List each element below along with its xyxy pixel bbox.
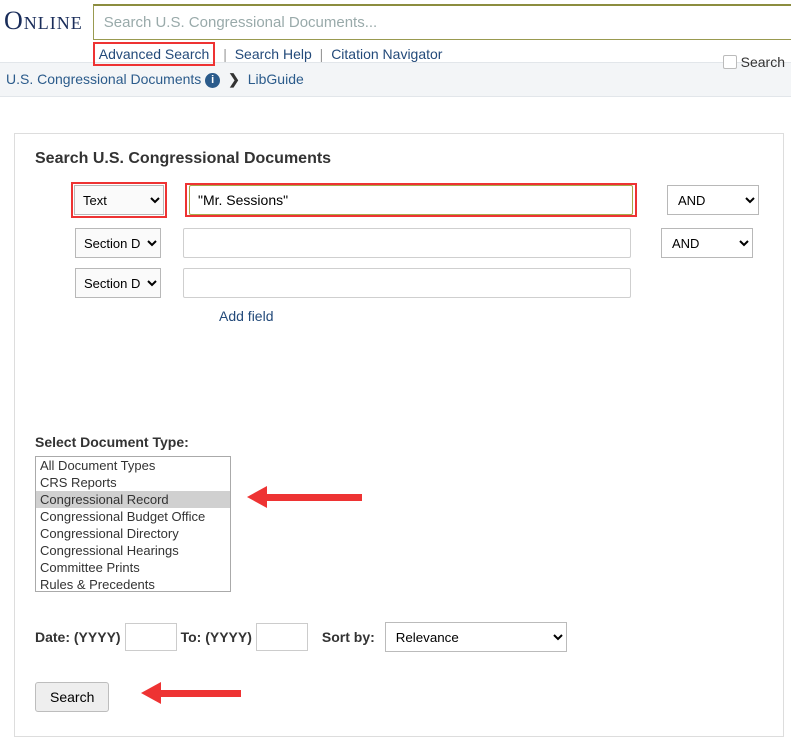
- search-help-link[interactable]: Search Help: [235, 46, 312, 62]
- document-type-listbox[interactable]: All Document TypesCRS ReportsCongression…: [35, 456, 231, 592]
- query-input-3[interactable]: [183, 268, 631, 298]
- doctype-option[interactable]: CRS Reports: [36, 474, 230, 491]
- field-select-3[interactable]: Section D: [75, 268, 161, 298]
- date-to-input[interactable]: [256, 623, 308, 651]
- brand-logo: Online: [0, 2, 93, 40]
- field-select-1[interactable]: Text: [74, 185, 164, 215]
- doctype-option[interactable]: Rules & Precedents: [36, 576, 230, 592]
- advanced-search-panel: Search U.S. Congressional Documents Text…: [14, 133, 784, 737]
- sort-by-select[interactable]: Relevance: [385, 622, 567, 652]
- doctype-option[interactable]: Congressional Directory: [36, 525, 230, 542]
- date-to-label: To: (YYYY): [181, 629, 252, 645]
- operator-select-1[interactable]: AND: [667, 185, 759, 215]
- nav-separator: |: [320, 46, 324, 62]
- doctype-option[interactable]: Congressional Record: [36, 491, 230, 508]
- nav-separator: |: [223, 46, 227, 62]
- date-from-input[interactable]: [125, 623, 177, 651]
- search-button[interactable]: Search: [35, 682, 109, 712]
- doctype-option[interactable]: Congressional Budget Office: [36, 508, 230, 525]
- date-from-label: Date: (YYYY): [35, 629, 121, 645]
- query-input-2[interactable]: [183, 228, 631, 258]
- info-icon[interactable]: i: [205, 73, 220, 88]
- annotation-arrow-icon: [247, 486, 362, 508]
- chevron-right-icon: ❯: [228, 71, 240, 87]
- operator-select-2[interactable]: AND: [661, 228, 753, 258]
- panel-title: Search U.S. Congressional Documents: [35, 150, 763, 168]
- query-input-1[interactable]: [189, 185, 633, 215]
- sort-by-label: Sort by:: [322, 629, 375, 645]
- breadcrumb: U.S. Congressional Documents i ❯ LibGuid…: [0, 62, 791, 97]
- breadcrumb-root[interactable]: U.S. Congressional Documents: [6, 71, 201, 87]
- advanced-search-link[interactable]: Advanced Search: [93, 42, 216, 66]
- search-label: Search: [741, 54, 785, 70]
- citation-navigator-link[interactable]: Citation Navigator: [331, 46, 442, 62]
- doctype-label: Select Document Type:: [35, 434, 763, 450]
- annotation-arrow-icon: [141, 682, 241, 704]
- main-search-input[interactable]: [93, 4, 791, 40]
- doctype-option[interactable]: Congressional Hearings: [36, 542, 230, 559]
- doctype-option[interactable]: All Document Types: [36, 457, 230, 474]
- breadcrumb-libguide[interactable]: LibGuide: [248, 71, 304, 87]
- add-field-link[interactable]: Add field: [219, 308, 763, 324]
- search-checkbox[interactable]: [723, 55, 737, 69]
- doctype-option[interactable]: Committee Prints: [36, 559, 230, 576]
- field-select-2[interactable]: Section D: [75, 228, 161, 258]
